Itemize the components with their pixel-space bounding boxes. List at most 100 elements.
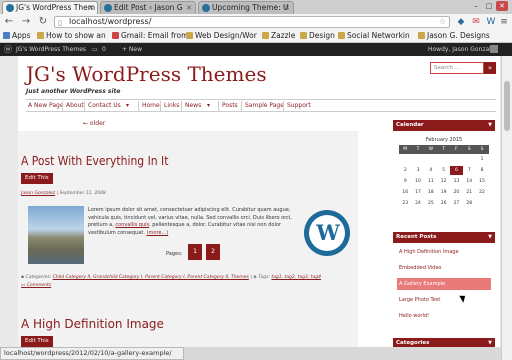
folder-icon xyxy=(338,32,345,39)
menu-item-home[interactable]: Home xyxy=(142,100,160,111)
chevron-down-icon[interactable]: ▼ xyxy=(488,120,492,131)
folder-icon xyxy=(37,32,44,39)
bookmark-item[interactable]: Design xyxy=(300,30,335,42)
convallis-link[interactable]: convallis quis xyxy=(115,222,149,228)
bookmark-item[interactable]: How to show an xyxy=(37,30,106,42)
admin-howdy[interactable]: Howdy, Jason Gonzalez xyxy=(428,43,498,56)
tab-edit-post[interactable]: Edit Post ‹ Jason G ✕ xyxy=(100,1,196,14)
menu-item-a-new-page[interactable]: A New Page xyxy=(28,100,64,111)
site-title[interactable]: JG's WordPress Themes xyxy=(26,62,267,86)
bookmark-item[interactable]: Zazzle xyxy=(262,30,295,42)
bookmark-item[interactable]: Social Networkin xyxy=(338,30,410,42)
recent-post-link[interactable]: A Gallery Example xyxy=(397,278,491,290)
search-button[interactable]: » xyxy=(484,62,496,74)
apps-icon xyxy=(3,32,10,39)
chevron-down-icon[interactable]: ▼ xyxy=(488,338,492,347)
menu-divider xyxy=(241,101,242,111)
scrollbar-thumb[interactable] xyxy=(504,81,510,131)
calendar-day: 9 xyxy=(403,179,407,184)
page-2-button[interactable]: 2 xyxy=(206,244,220,260)
menu-item-support[interactable]: Support xyxy=(287,100,311,111)
back-icon[interactable]: ← xyxy=(3,16,15,28)
gmail-extension-icon[interactable]: ✉ xyxy=(470,16,482,28)
wordpress-favicon-icon xyxy=(104,4,112,12)
tab-jgs-themes[interactable]: JG's WordPress Them ✕ xyxy=(2,1,98,14)
admin-new-button[interactable]: + New xyxy=(122,43,142,56)
menu-item-posts[interactable]: Posts xyxy=(222,100,238,111)
menu-item-about[interactable]: About xyxy=(66,100,84,111)
close-icon[interactable]: ✕ xyxy=(88,2,94,14)
calendar-day-header: S xyxy=(480,147,484,152)
wordpress-favicon-icon xyxy=(6,4,14,12)
calendar-day: 3 xyxy=(416,168,420,173)
extension-icon[interactable]: ◆ xyxy=(455,16,467,28)
post-title[interactable]: A High Definition Image xyxy=(21,317,164,331)
calendar-day: 16 xyxy=(402,190,409,195)
edit-post-button[interactable]: Edit This xyxy=(21,173,53,184)
wordpress-logo-icon[interactable]: ⓦ xyxy=(4,43,12,56)
wordpress-favicon-icon xyxy=(202,4,210,12)
menu-item-contact-us[interactable]: Contact Us xyxy=(88,100,121,111)
tag-links[interactable]: tag1, tag2, tag3, tag4 xyxy=(271,275,321,280)
window-close-icon[interactable]: ✕ xyxy=(496,1,508,11)
comments-icon[interactable]: ▭ xyxy=(92,43,98,56)
calendar-widget-title[interactable]: Calendar ▼ xyxy=(393,120,495,131)
calendar-day: 23 xyxy=(402,201,409,206)
close-icon[interactable]: ✕ xyxy=(284,2,290,14)
more-link[interactable]: (more...) xyxy=(147,230,169,236)
calendar-day: 26 xyxy=(440,201,447,206)
recent-post-link[interactable]: Embedded Video xyxy=(397,262,491,274)
admin-site-name[interactable]: JG's WordPress Themes xyxy=(16,43,86,56)
comments-count[interactable]: 0 xyxy=(102,43,106,56)
forward-icon[interactable]: → xyxy=(20,16,32,28)
maximize-icon[interactable]: □ xyxy=(483,1,495,11)
menu-item-sample-page[interactable]: Sample Page xyxy=(245,100,284,111)
post-author-link[interactable]: Jason Gonzalez xyxy=(21,191,55,196)
menu-item-news[interactable]: News xyxy=(185,100,201,111)
menu-divider xyxy=(160,101,161,111)
older-posts-link[interactable]: ← older xyxy=(83,120,105,127)
recent-post-link[interactable]: Hello world! xyxy=(397,310,491,322)
recent-posts-widget-title[interactable]: Recent Posts ▼ xyxy=(393,232,495,243)
bookmark-item[interactable]: Web Design/Wor xyxy=(186,30,257,42)
folder-icon xyxy=(418,32,425,39)
bookmark-item[interactable]: Gmail: Email from xyxy=(112,30,188,42)
calendar-day[interactable]: 6 xyxy=(450,166,463,175)
calendar-day-header: M xyxy=(403,147,408,152)
minimize-icon[interactable]: – xyxy=(470,1,482,11)
close-icon[interactable]: ✕ xyxy=(186,2,192,14)
comments-link[interactable]: ▭ Comments xyxy=(21,283,51,288)
calendar-day: 22 xyxy=(479,190,485,195)
chevron-down-icon[interactable]: ▼ xyxy=(488,232,492,243)
category-links[interactable]: Child Category II, Grandchild Category I… xyxy=(53,275,249,280)
categories-widget-title[interactable]: Categories ▼ xyxy=(393,338,495,347)
post-thumbnail-image[interactable] xyxy=(28,206,84,264)
calendar-day: 18 xyxy=(427,190,434,195)
page-1-button[interactable]: 1 xyxy=(188,244,202,260)
avatar[interactable] xyxy=(490,45,498,53)
wordpress-extension-icon[interactable]: W xyxy=(485,16,497,28)
bookmark-star-icon[interactable]: ☆ xyxy=(439,17,446,27)
tab-bar: JG's WordPress Them ✕ Edit Post ‹ Jason … xyxy=(0,0,512,14)
reload-icon[interactable]: ↻ xyxy=(37,16,49,28)
menu-icon[interactable]: ≡ xyxy=(498,16,510,28)
search-input[interactable]: Search ... xyxy=(430,62,484,74)
page-scrollbar[interactable] xyxy=(501,56,512,360)
post-title[interactable]: A Post With Everything In It xyxy=(21,154,168,168)
bookmark-item[interactable]: Jason G. Designs xyxy=(418,30,490,42)
address-bar[interactable]: ▯ localhost/wordpress/ ☆ xyxy=(54,16,450,28)
recent-post-link[interactable]: Large Photo Test xyxy=(397,294,491,306)
menu-divider xyxy=(84,101,85,111)
chevron-down-icon[interactable]: ▾ xyxy=(126,100,129,111)
status-bar: localhost/wordpress/2012/02/10/a-gallery… xyxy=(0,347,184,360)
calendar: February 2015 MTWTFSS 1 2 3 4 5 6 7 8 9 10 11 12 13 1… xyxy=(399,137,489,215)
tab-upcoming-theme[interactable]: Upcoming Theme: U ✕ xyxy=(198,1,294,14)
main-menu: A New Page About Contact Us ▾ Home Links… xyxy=(26,99,496,112)
chevron-down-icon[interactable]: ▾ xyxy=(207,100,210,111)
calendar-day-header: T xyxy=(442,147,446,152)
recent-post-link[interactable]: A High Definition Image xyxy=(397,246,491,258)
edit-post-button[interactable]: Edit This xyxy=(21,336,53,347)
menu-item-links[interactable]: Links xyxy=(164,100,179,111)
bookmark-apps[interactable]: Apps xyxy=(3,30,31,42)
calendar-day: 15 xyxy=(479,179,485,184)
